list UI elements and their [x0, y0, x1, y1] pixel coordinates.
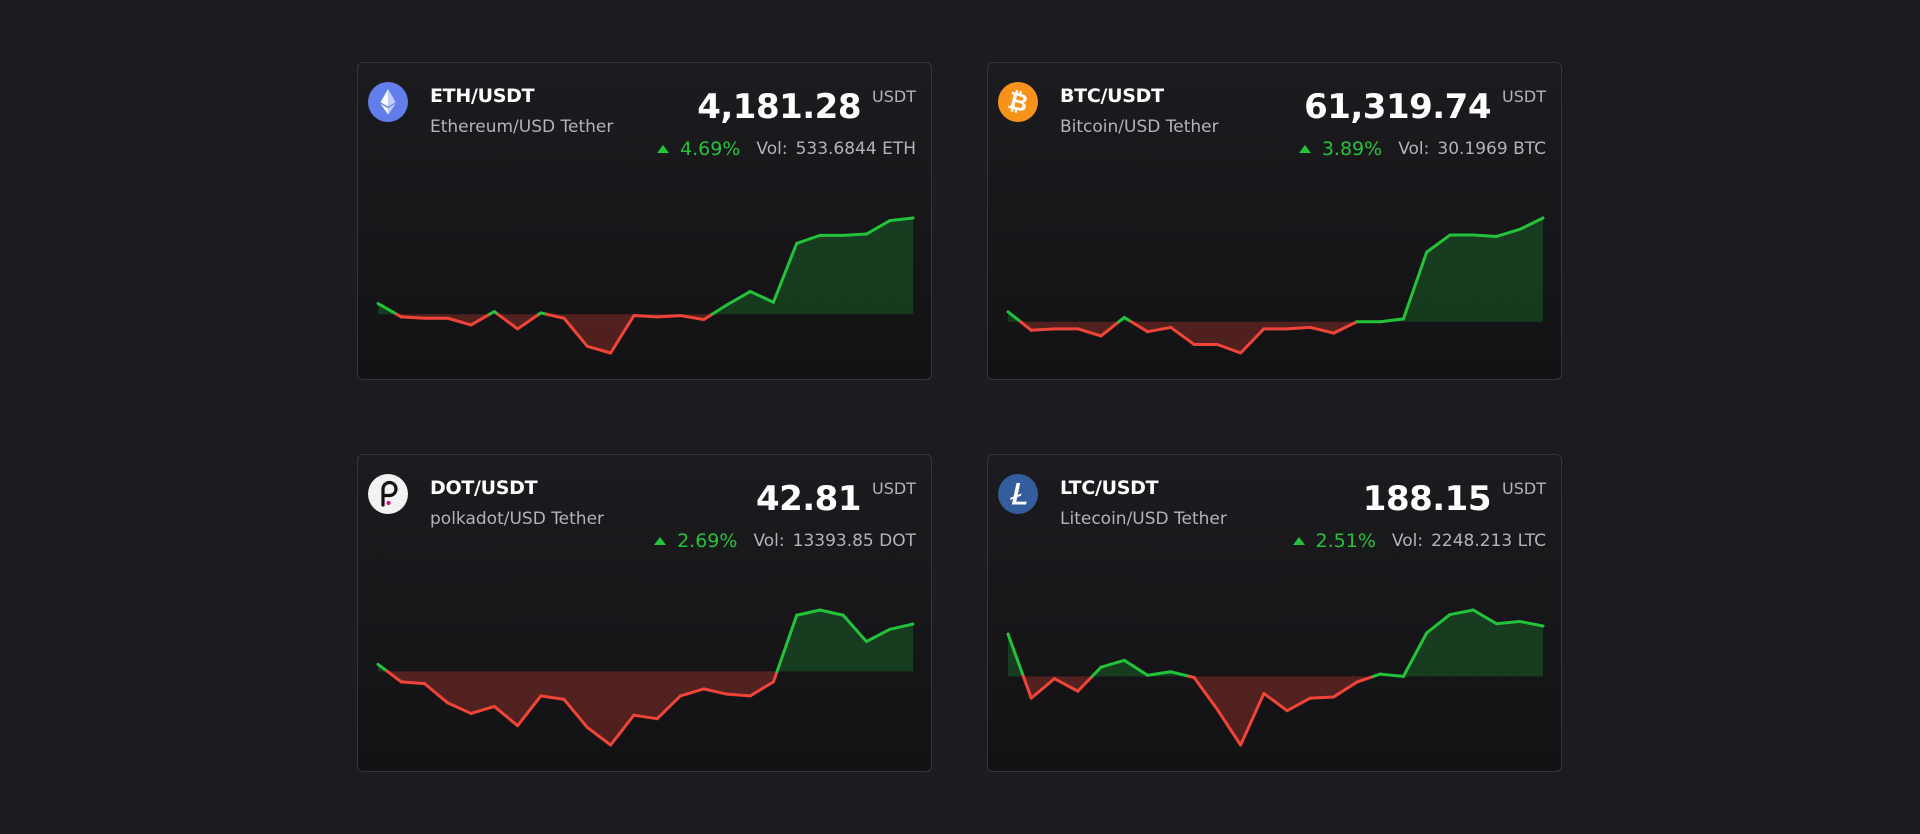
last-price: 61,319.74: [1304, 87, 1491, 127]
arrow-up-icon: [1298, 145, 1311, 153]
sparkline-svg: [1006, 608, 1545, 747]
area-fill-segment: [1217, 676, 1241, 745]
line-segment: [399, 315, 427, 320]
stats-row: 2.51% Vol: 2248.213 LTC: [1292, 530, 1546, 552]
quote-currency: USDT: [1502, 479, 1546, 498]
arrow-up-icon: [1292, 537, 1305, 545]
volume-value: 30.1969 BTC: [1437, 139, 1546, 159]
area-fill-segment: [1519, 621, 1543, 677]
change-percent: 4.69%: [680, 138, 741, 160]
area-fill-segment: [1496, 229, 1520, 322]
quote-currency: USDT: [1502, 87, 1546, 106]
last-price: 188.15: [1362, 479, 1492, 519]
area-fill-segment: [843, 234, 867, 315]
volume-value: 533.6844 ETH: [795, 139, 916, 159]
line-segment: [399, 680, 427, 686]
pair-symbol: BTC/USDT: [1060, 85, 1164, 107]
line-segment: [1285, 325, 1312, 331]
arrow-up-icon: [657, 145, 670, 153]
line-segment: [841, 232, 868, 237]
price-change: 4.69%: [657, 138, 740, 160]
area-fill-segment: [843, 615, 867, 672]
last-price: 4,181.28: [697, 87, 861, 127]
price-sparkline: [988, 173, 1561, 373]
area-fill-segment: [657, 671, 681, 719]
area-fill-segment: [726, 671, 751, 696]
pair-name: Ethereum/USD Tether: [430, 117, 614, 137]
line-segment: [1471, 233, 1498, 238]
area-fill-segment: [633, 671, 658, 719]
price-sparkline: [358, 565, 931, 765]
area-fill-segment: [889, 624, 913, 672]
market-card-btc[interactable]: ₿ BTC/USDT Bitcoin/USD Tether 61,319.74 …: [987, 62, 1562, 380]
polkadot-icon: [368, 474, 408, 514]
area-fill-segment: [1519, 218, 1543, 322]
sparkline-svg: [376, 216, 915, 355]
area-fill-segment: [889, 218, 913, 315]
area-fill-segment: [819, 610, 844, 672]
price-change: 2.51%: [1292, 530, 1376, 552]
market-card-eth[interactable]: ETH/USDT Ethereum/USD Tether 4,181.28 US…: [357, 62, 932, 380]
volume-value: 13393.85 DOT: [792, 531, 916, 551]
price-change: 2.69%: [654, 530, 737, 552]
area-fill-segment: [819, 235, 844, 315]
stats-row: 2.69% Vol: 13393.85 DOT: [654, 530, 916, 552]
area-fill-segment: [1194, 321, 1218, 345]
last-price: 42.81: [755, 479, 862, 519]
litecoin-icon: [998, 474, 1038, 514]
pair-name: polkadot/USD Tether: [430, 509, 605, 529]
area-fill-segment: [1473, 235, 1497, 322]
change-percent: 2.69%: [677, 530, 738, 552]
area-fill-segment: [1449, 610, 1474, 677]
market-card-ltc[interactable]: LTC/USDT Litecoin/USD Tether 188.15 USDT…: [987, 454, 1562, 772]
pair-symbol: LTC/USDT: [1060, 477, 1159, 499]
area-fill-segment: [796, 235, 820, 315]
pair-symbol: ETH/USDT: [430, 85, 535, 107]
sparkline-fill-group: [1008, 610, 1543, 745]
stats-row: 3.89% Vol: 30.1969 BTC: [1298, 138, 1546, 160]
volume-label: Vol:: [1391, 531, 1424, 551]
change-percent: 3.89%: [1321, 138, 1383, 160]
line-segment: [1029, 327, 1057, 332]
sparkline-svg: [376, 608, 915, 747]
sparkline-fill-group: [378, 610, 913, 745]
pair-name: Litecoin/USD Tether: [1060, 509, 1227, 529]
area-fill-segment: [750, 291, 774, 315]
price-sparkline: [988, 565, 1561, 765]
volume-label: Vol:: [753, 531, 785, 551]
arrow-up-icon: [654, 537, 667, 545]
sparkline-fill-group: [378, 218, 913, 353]
area-fill-segment: [1496, 621, 1520, 677]
area-fill-segment: [1449, 235, 1474, 322]
area-fill-segment: [866, 220, 890, 315]
line-segment: [632, 314, 659, 319]
market-card-dot[interactable]: DOT/USDT polkadot/USD Tether 42.81 USDT …: [357, 454, 932, 772]
area-fill-segment: [564, 671, 588, 728]
pair-name: Bitcoin/USD Tether: [1060, 117, 1219, 137]
sparkline-svg: [1006, 216, 1545, 355]
area-fill-segment: [587, 671, 611, 745]
volume-label: Vol:: [1398, 139, 1430, 159]
line-segment: [1308, 695, 1336, 700]
price-sparkline: [358, 173, 931, 373]
ethereum-icon: [368, 82, 408, 122]
price-change: 3.89%: [1298, 138, 1383, 160]
line-segment: [655, 314, 682, 319]
change-percent: 2.51%: [1315, 530, 1376, 552]
area-fill-segment: [1263, 676, 1288, 711]
bitcoin-icon: ₿: [998, 82, 1038, 122]
market-cards-grid: ETH/USDT Ethereum/USD Tether 4,181.28 US…: [357, 62, 1563, 774]
stats-row: 4.69% Vol: 533.6844 ETH: [657, 138, 916, 160]
pair-symbol: DOT/USDT: [430, 477, 538, 499]
volume-value: 2248.213 LTC: [1431, 531, 1546, 551]
line-segment: [725, 692, 752, 698]
area-fill-segment: [610, 671, 634, 745]
area-fill-segment: [1310, 676, 1334, 699]
volume-label: Vol:: [756, 139, 788, 159]
area-fill-segment: [796, 610, 820, 672]
quote-currency: USDT: [872, 479, 916, 498]
quote-currency: USDT: [872, 87, 916, 106]
